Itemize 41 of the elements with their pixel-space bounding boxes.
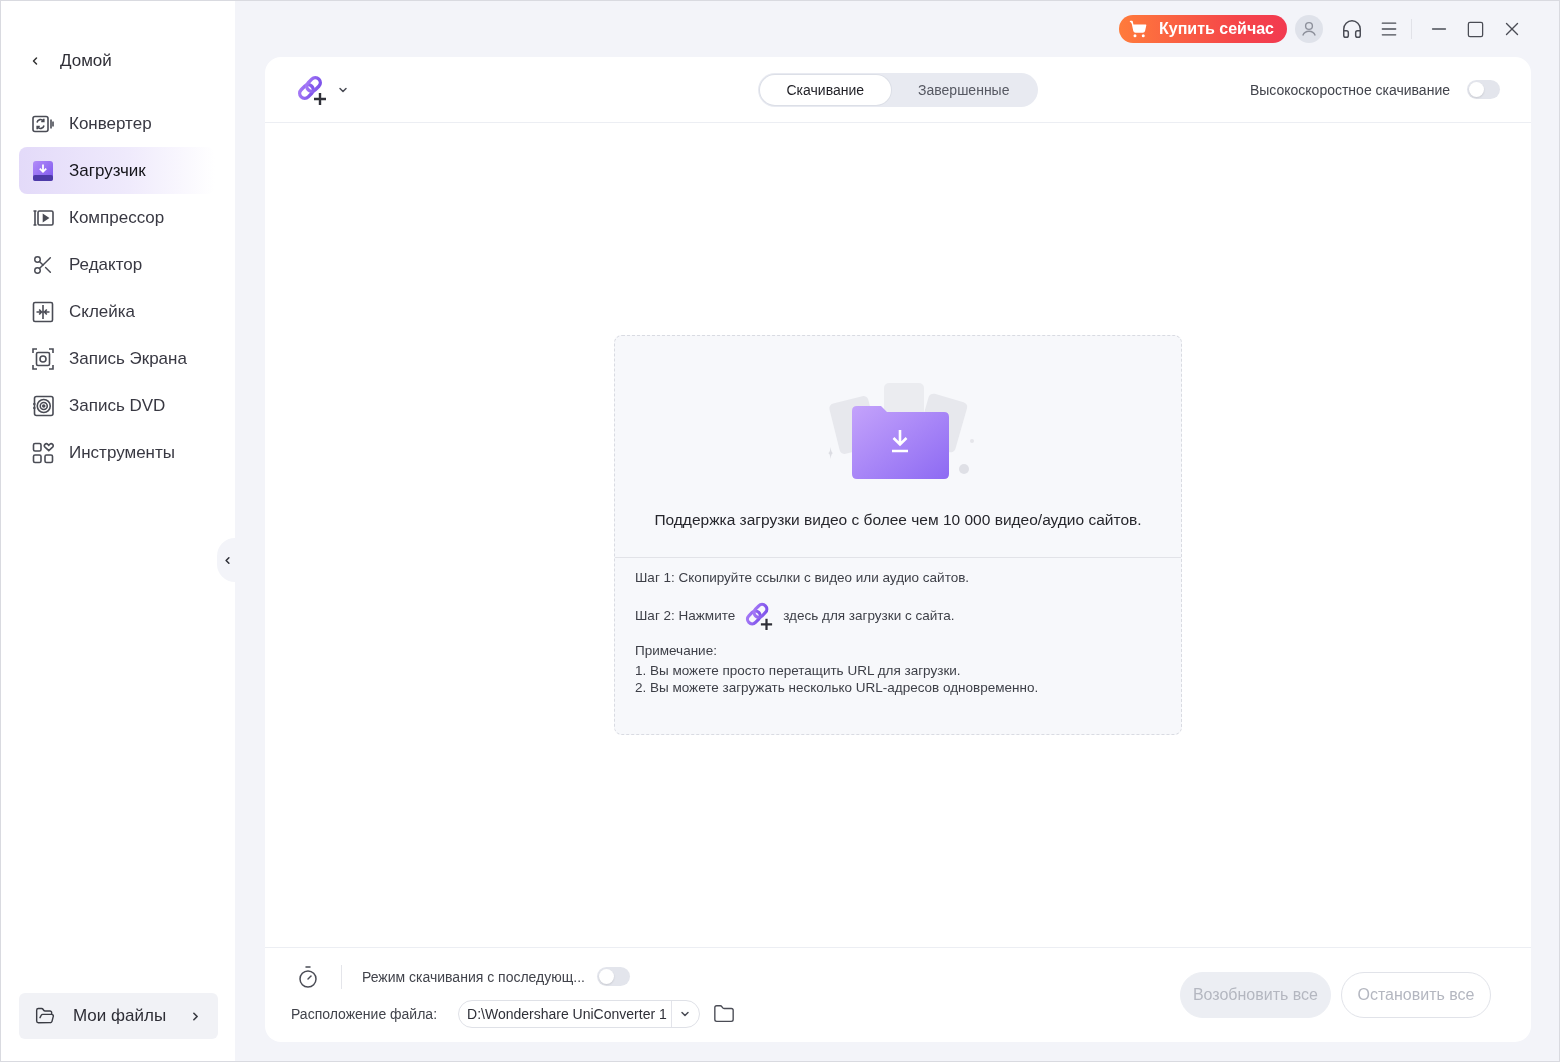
sidebar-item[interactable]: Запись Экрана xyxy=(19,335,215,382)
maximize-icon[interactable] xyxy=(1466,19,1485,39)
folder-icon[interactable] xyxy=(712,1002,735,1025)
sidebar-item[interactable]: Инструменты xyxy=(19,429,215,476)
folder-icon xyxy=(35,1006,55,1026)
sidebar-item[interactable]: Редактор xyxy=(19,241,215,288)
link-add-icon[interactable] xyxy=(296,73,328,106)
sidebar-item[interactable]: Склейка xyxy=(19,288,215,335)
note-text: 2. Вы можете загружать несколько URL-адресов одновременно. xyxy=(635,679,1040,696)
buy-button[interactable]: Купить сейчас xyxy=(1119,15,1287,43)
step-text: Шаг 2: Нажмите xyxy=(635,607,736,625)
drop-zone[interactable] xyxy=(614,335,1182,735)
download-tray-icon xyxy=(32,159,54,182)
user-avatar-icon[interactable] xyxy=(1295,15,1323,43)
screen-record-icon xyxy=(32,347,54,370)
download-mode-label: Режим скачивания с последующ... xyxy=(362,968,585,985)
note-title: Примечание: xyxy=(635,642,718,660)
sidebar-item[interactable]: Запись DVD xyxy=(19,382,215,429)
toggle-label: Высокоскоростное скачивание xyxy=(1249,81,1450,98)
toggle-switch[interactable] xyxy=(596,967,630,986)
note-text: 1. Вы можете просто перетащить URL для загрузки. xyxy=(635,662,962,679)
link-add-icon xyxy=(744,601,775,631)
step-text: здесь для загрузки с сайта. xyxy=(783,607,955,625)
sidebar-item[interactable]: Конвертер xyxy=(19,100,215,147)
merge-icon xyxy=(32,300,54,323)
tab[interactable]: Скачивание xyxy=(759,74,892,105)
tab[interactable]: Завершенные xyxy=(891,74,1037,105)
grid-icon xyxy=(32,441,54,464)
timer-icon[interactable] xyxy=(296,964,320,989)
cart-icon xyxy=(1129,20,1147,38)
my-files-button[interactable]: Мои файлы xyxy=(19,993,218,1039)
headset-icon[interactable] xyxy=(1341,18,1363,40)
scissors-icon xyxy=(32,253,54,276)
home-back-button[interactable]: Домой xyxy=(19,38,112,84)
chevron-left-icon xyxy=(222,554,233,566)
path-select[interactable]: D:\Wondershare UniConverter 1 xyxy=(458,999,700,1028)
file-location-label: Расположение файла: xyxy=(291,1005,438,1022)
toggle-switch[interactable] xyxy=(1467,80,1500,99)
sidebar-item[interactable]: Компрессор xyxy=(19,194,215,241)
headline-text: Поддержка загрузки видео с более чем 10 000 видео/аудио сайтов. xyxy=(654,510,1142,530)
step-text: Шаг 1: Скопируйте ссылки с видео или аудио сайтов. xyxy=(635,569,971,587)
